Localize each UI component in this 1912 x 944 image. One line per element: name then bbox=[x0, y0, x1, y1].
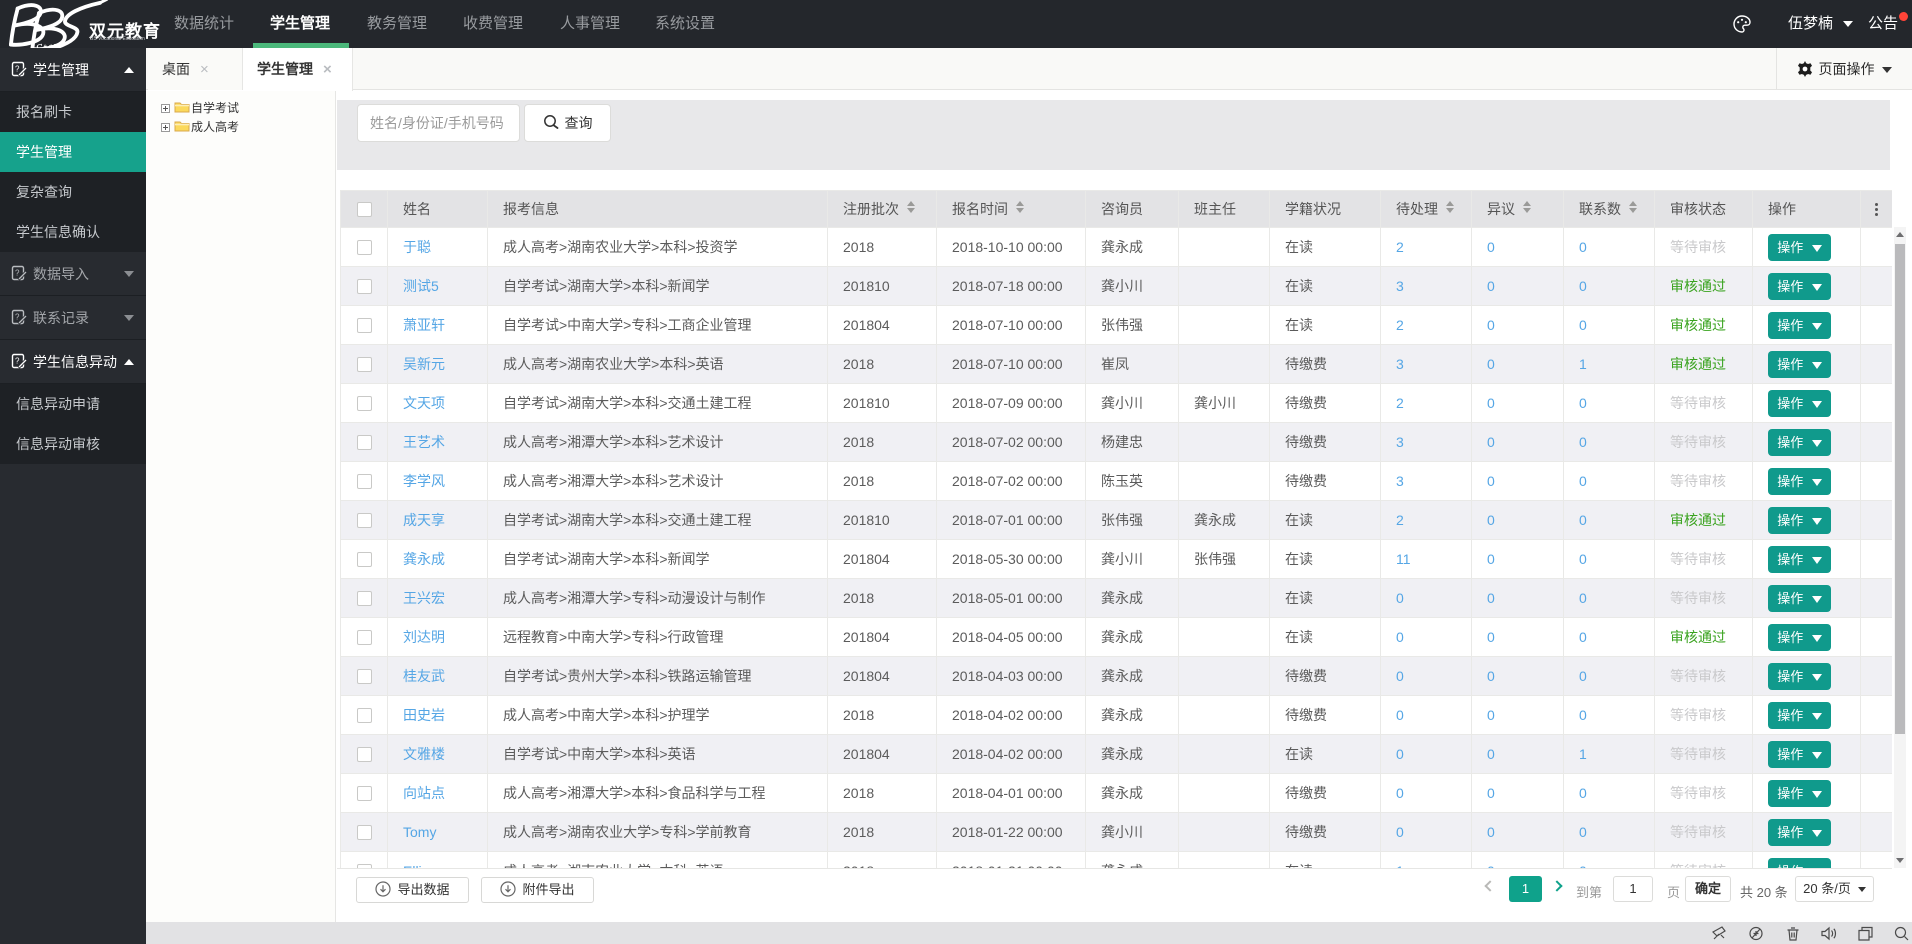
svg-text:?: ? bbox=[15, 313, 20, 322]
svg-text:?: ? bbox=[15, 357, 20, 366]
svg-text:?: ? bbox=[15, 269, 20, 278]
svg-text:?: ? bbox=[15, 65, 20, 74]
